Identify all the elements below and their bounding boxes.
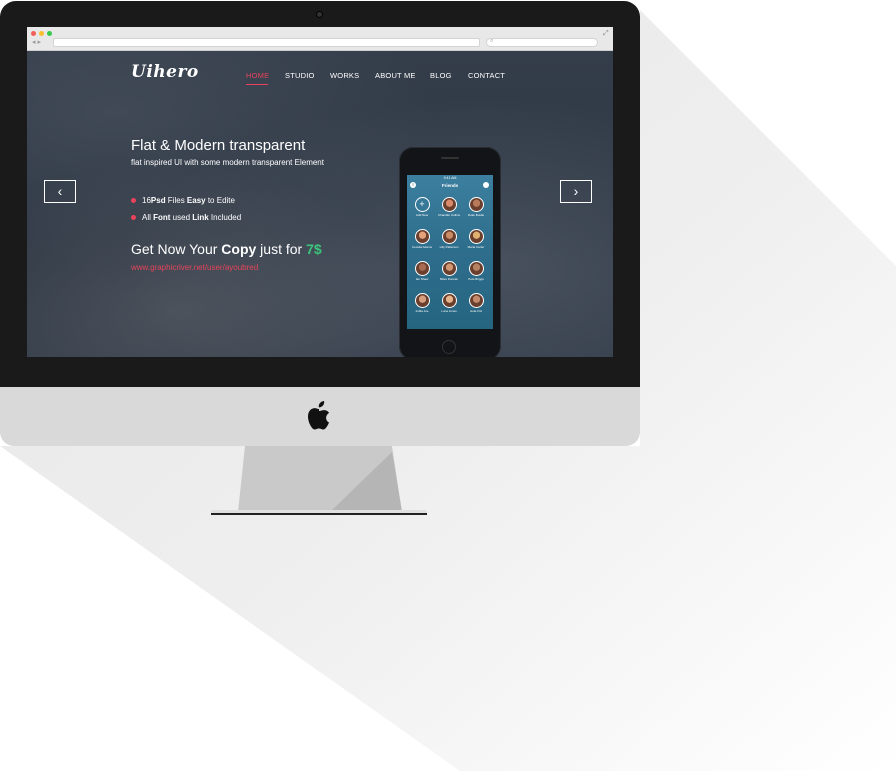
friend-item[interactable]: Pete Briggs	[463, 261, 489, 281]
feature-bullet: All Font used Link Included	[131, 213, 241, 222]
phone-status-bar: 9:41 AM	[443, 176, 457, 180]
address-bar[interactable]	[53, 38, 480, 47]
cta-text: Get Now Your Copy just for 7$	[131, 241, 322, 257]
friend-name: Ian Shaw	[415, 277, 429, 281]
avatar	[441, 293, 457, 308]
friend-name: Add New	[415, 213, 429, 217]
nav-home[interactable]: HOME	[246, 71, 269, 80]
hero-section: Uihero HOME STUDIO WORKS ABOUT ME BLOG C…	[27, 51, 613, 357]
phone-speaker	[441, 157, 459, 159]
friend-item[interactable]: Chandler Collins	[436, 197, 462, 217]
phone-mockup: 9:41 AM ≡ Friends + Add New Chandler Colli…	[399, 147, 501, 357]
avatar	[468, 293, 484, 308]
avatar	[414, 261, 430, 276]
chevron-left-icon: ‹	[57, 183, 63, 199]
maximize-window-icon[interactable]	[47, 31, 52, 36]
friend-name: Pete Briggs	[468, 277, 484, 281]
friend-name: Miles Duncan	[439, 277, 459, 281]
minimize-window-icon[interactable]	[39, 31, 44, 36]
bullet-dot-icon	[131, 215, 136, 221]
feature-bullet: 16Psd Files Easy to Edite	[131, 196, 235, 205]
friend-item[interactable]: Ian Shaw	[409, 261, 435, 281]
friend-name: Indiia Joe	[415, 309, 429, 313]
apple-logo-icon	[308, 401, 330, 430]
avatar	[414, 293, 430, 308]
active-nav-underline	[246, 84, 268, 85]
avatar	[441, 229, 457, 244]
nav-works[interactable]: WORKS	[330, 71, 359, 80]
chevron-right-icon: ›	[573, 183, 579, 199]
friend-item[interactable]: Luna Jones	[436, 293, 462, 313]
nav-about-me[interactable]: ABOUT ME	[375, 71, 416, 80]
plus-icon: +	[414, 197, 430, 212]
friend-item[interactable]: Indiia Joe	[409, 293, 435, 313]
avatar	[441, 261, 457, 276]
fullscreen-icon[interactable]: ⤢	[603, 30, 609, 38]
friend-item[interactable]: Maria Carter	[463, 229, 489, 249]
phone-title: Friends	[441, 183, 459, 188]
nav-blog[interactable]: BLOG	[430, 71, 452, 80]
site-logo[interactable]: Uihero	[131, 62, 199, 82]
avatar	[468, 229, 484, 244]
slider-next-button[interactable]: ›	[560, 180, 592, 203]
monitor-screen: ⤢ ◂ ▸ ⌕ Uihero HOME STUDIO WORKS ABOUT M…	[27, 27, 613, 357]
friend-item[interactable]: Duke Bustle	[463, 197, 489, 217]
avatar	[468, 197, 484, 212]
nav-studio[interactable]: STUDIO	[285, 71, 315, 80]
search-icon: ⌕	[490, 38, 494, 44]
friend-name: Luna Jones	[441, 309, 457, 313]
friend-name: Maria Carter	[467, 245, 485, 249]
browser-toolbar: ⤢ ◂ ▸ ⌕	[27, 27, 613, 51]
nav-contact[interactable]: CONTACT	[468, 71, 505, 80]
back-forward-icon[interactable]: ◂ ▸	[32, 39, 41, 47]
hero-headline: Flat & Modern transparent	[131, 137, 306, 154]
browser-search-input[interactable]: ⌕	[486, 38, 598, 47]
friend-item[interactable]: Cecelia Adams	[409, 229, 435, 249]
bullet-dot-icon	[131, 198, 136, 204]
friend-name: Chandler Collins	[437, 213, 460, 217]
avatar	[441, 197, 457, 212]
friend-name: Cecelia Adams	[411, 245, 432, 249]
avatar	[468, 261, 484, 276]
friend-item[interactable]: Jude Fitz	[463, 293, 489, 313]
slider-prev-button[interactable]: ‹	[44, 180, 76, 203]
phone-home-button	[442, 340, 456, 354]
friend-name: Duke Bustle	[467, 213, 485, 217]
phone-settings-icon[interactable]	[483, 182, 489, 188]
camera-icon	[316, 11, 323, 18]
add-friend-button[interactable]: + Add New	[409, 197, 435, 217]
graphicriver-link[interactable]: www.graphicriver.net/user/ayoubred	[131, 263, 258, 272]
close-window-icon[interactable]	[31, 31, 36, 36]
phone-screen: 9:41 AM ≡ Friends + Add New Chandler Colli…	[407, 175, 493, 329]
hero-subheadline: flat inspired UI with some modern transp…	[131, 158, 324, 167]
friend-name: Jude Fitz	[469, 309, 483, 313]
avatar	[414, 229, 430, 244]
friend-item[interactable]: Miles Duncan	[436, 261, 462, 281]
friend-name: Lilly Patterson	[439, 245, 459, 249]
friend-item[interactable]: Lilly Patterson	[436, 229, 462, 249]
price-label: 7$	[306, 241, 322, 257]
